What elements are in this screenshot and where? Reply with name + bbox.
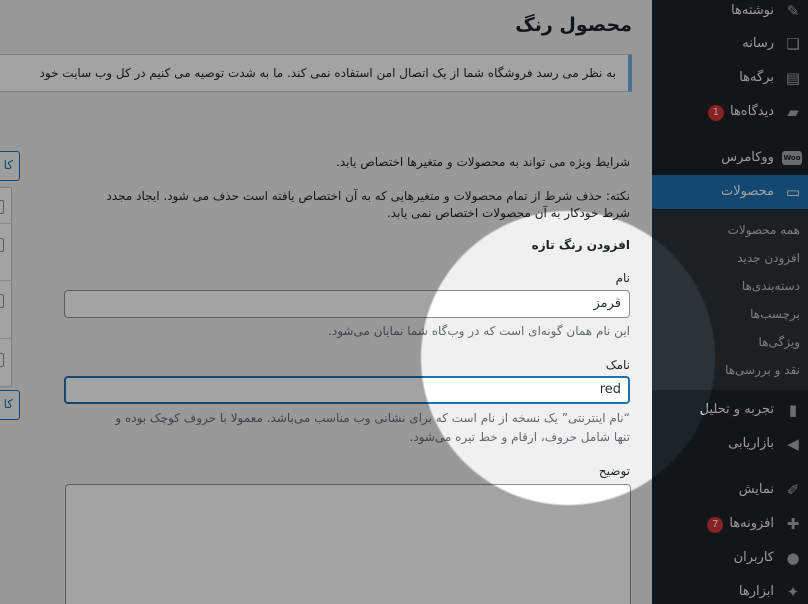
menu-woocommerce[interactable]: Woo ووکامرس [652,141,808,175]
menu-marketing[interactable]: ◀ بازاریابی [652,427,808,461]
description-label: توضیح [598,464,630,478]
submenu-attributes[interactable]: ویژگی‌ها [759,335,800,349]
submenu-add-new[interactable]: افزودن جدید [737,251,800,265]
row-checkbox[interactable] [0,238,4,252]
intro-note-line1: نکته: حذف شرط از تمام محصولات و متغیرهای… [106,189,630,203]
archive-icon: ▭ [785,183,801,201]
wrench-icon: ✦ [786,583,800,601]
submenu-tags[interactable]: برچسب‌ها [750,307,800,321]
name-input[interactable]: قرمز [64,290,630,318]
menu-tools[interactable]: ✦ ابزارها [652,575,808,604]
slug-label: نامک [605,358,630,372]
row-checkbox[interactable] [0,200,4,214]
menu-appearance[interactable]: ✐ نمایش [652,473,808,507]
menu-plugins[interactable]: ✚ افزونه‌ها7 [652,507,808,541]
megaphone-icon: ◀ [787,435,799,453]
plug-icon: ✚ [786,515,800,533]
plugins-count-badge: 7 [707,517,724,533]
row-checkbox[interactable] [0,353,4,367]
submenu-all-products[interactable]: همه محصولات [728,223,800,237]
menu-comments[interactable]: ▰ دیدگاه‌ها1 [652,95,808,129]
menu-users[interactable]: ● کاربران [652,541,808,575]
menu-products[interactable]: ▭ محصولات [652,175,808,209]
menu-media[interactable]: ❏ رسانه [652,27,808,61]
page-title: محصول رنگ [515,14,632,36]
admin-sidebar: ✎ نوشته‌ها ❏ رسانه ▤ برگه‌ها ▰ دیدگاه‌ها… [652,0,808,604]
security-notice: به نظر می رسد فروشگاه شما از یک اتصال ام… [0,54,632,92]
bar-chart-icon: ▮ [788,401,798,419]
row-checkbox[interactable] [0,294,4,308]
products-submenu: همه محصولات افزودن جدید دسته‌بندی‌ها برچ… [652,210,808,390]
main-content: محصول رنگ به نظر می رسد فروشگاه شما از ی… [0,0,652,604]
comment-icon: ▰ [787,103,799,121]
user-icon: ● [786,549,800,567]
woocommerce-icon: Woo [782,151,802,165]
menu-analytics[interactable]: ▮ تجربه و تحلیل [652,393,808,427]
menu-pages[interactable]: ▤ برگه‌ها [652,61,808,95]
intro-note-line2: شرط خودکار به آن محصولات اختصاص نمی یابد… [386,206,630,220]
slug-description-line1: “نام اینترنتی” یک نسخه از نام است که برا… [115,411,630,425]
bulk-action-button-bottom[interactable]: کا [0,390,20,420]
name-label: نام [615,271,630,285]
media-icon: ❏ [786,35,800,53]
add-new-heading: افزودن رنگ تازه [531,238,630,252]
intro-text: شرایط ویژه می تواند به محصولات و متغیرها… [336,155,630,169]
menu-posts[interactable]: ✎ نوشته‌ها [652,0,808,28]
comments-count-badge: 1 [707,105,724,121]
slug-description-line2: تنها شامل حروف، ارقام و خط تیره می‌شود. [409,430,631,444]
bulk-action-button-top[interactable]: کا [0,151,20,181]
pin-icon: ✎ [786,2,800,20]
submenu-reviews[interactable]: نقد و بررسی‌ها [725,363,800,377]
name-description: این نام همان گونه‌ای است که در وب‌گاه شم… [328,324,630,338]
slug-input[interactable]: red [64,376,630,404]
page-icon: ▤ [785,69,801,87]
description-textarea[interactable] [65,484,631,604]
terms-table [0,187,12,387]
brush-icon: ✐ [786,481,800,499]
submenu-categories[interactable]: دسته‌بندی‌ها [742,279,800,293]
notice-text: به نظر می رسد فروشگاه شما از یک اتصال ام… [39,66,616,80]
